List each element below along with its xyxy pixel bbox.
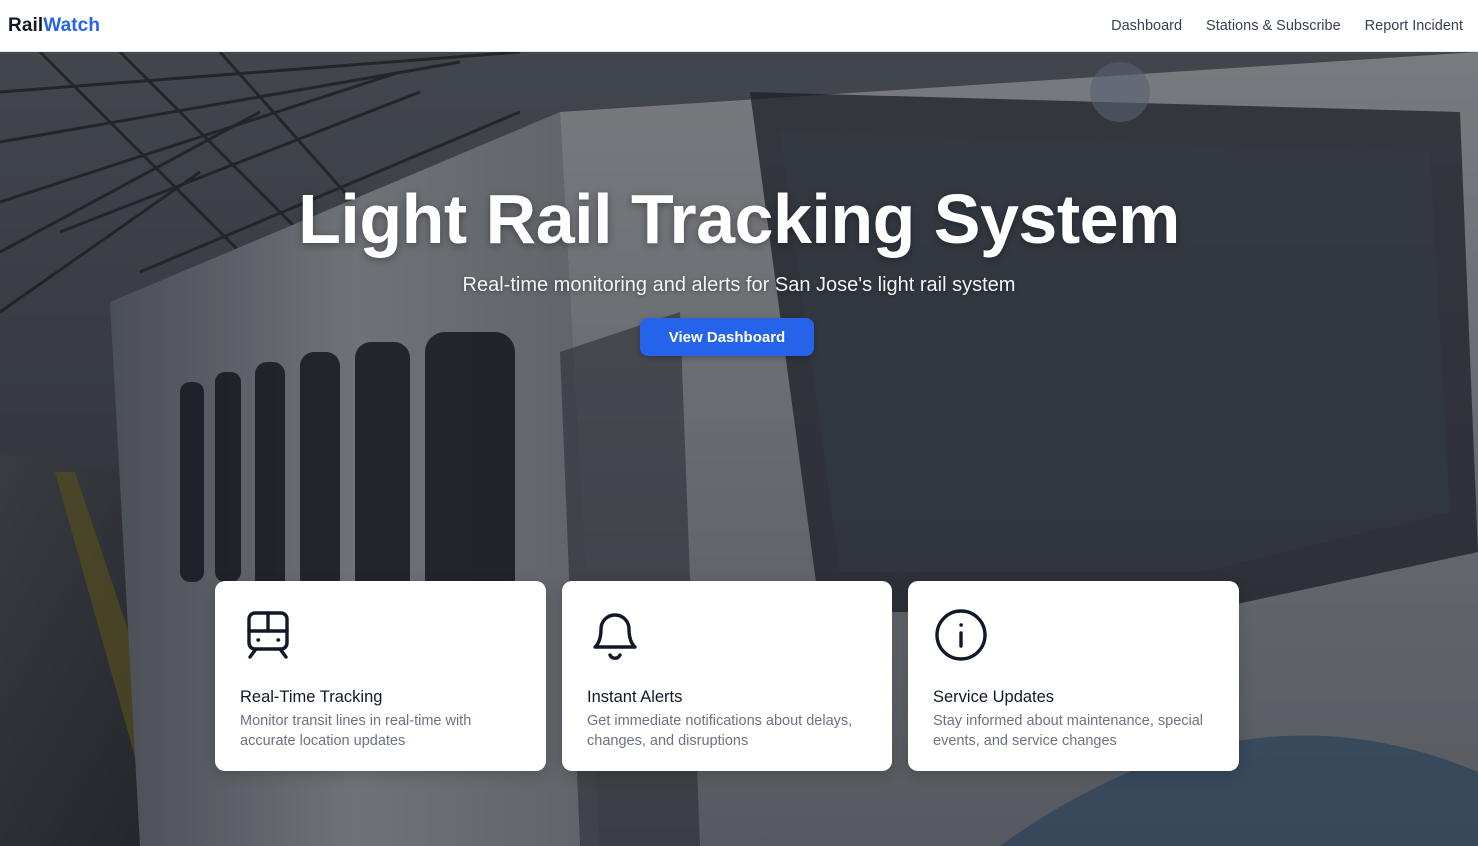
feature-description: Monitor transit lines in real-time with …: [240, 713, 472, 749]
feature-card-instant-alerts: Instant Alerts Get immediate notificatio…: [562, 581, 892, 771]
brand-part-watch: Watch: [43, 14, 101, 36]
bell-icon: [593, 613, 637, 660]
hero-subtitle: Real-time monitoring and alerts for San …: [462, 274, 1016, 296]
feature-title: Real-Time Tracking: [240, 688, 383, 706]
nav-link-dashboard[interactable]: Dashboard: [1111, 18, 1182, 34]
feature-description: Get immediate notifications about delays…: [587, 713, 853, 749]
feature-title: Instant Alerts: [587, 688, 683, 706]
train-icon: [247, 611, 289, 659]
feature-card-real-time-tracking: Real-Time Tracking Monitor transit lines…: [215, 581, 546, 771]
view-dashboard-button[interactable]: View Dashboard: [640, 318, 814, 356]
main-nav: Dashboard Stations & Subscribe Report In…: [1111, 18, 1470, 34]
nav-link-report-incident[interactable]: Report Incident: [1365, 18, 1463, 34]
nav-link-stations-subscribe[interactable]: Stations & Subscribe: [1206, 18, 1341, 34]
feature-title: Service Updates: [933, 688, 1055, 706]
top-navbar: RailWatch Dashboard Stations & Subscribe…: [0, 0, 1478, 52]
brand-logo[interactable]: RailWatch: [8, 15, 100, 37]
feature-description: Stay informed about maintenance, special…: [933, 713, 1204, 749]
feature-card-service-updates: Service Updates Stay informed about main…: [908, 581, 1239, 771]
hero-section: Light Rail Tracking System Real-time mon…: [0, 52, 1478, 846]
info-icon: [935, 609, 987, 661]
brand-part-rail: Rail: [8, 14, 44, 36]
hero-title: Light Rail Tracking System: [298, 180, 1180, 258]
